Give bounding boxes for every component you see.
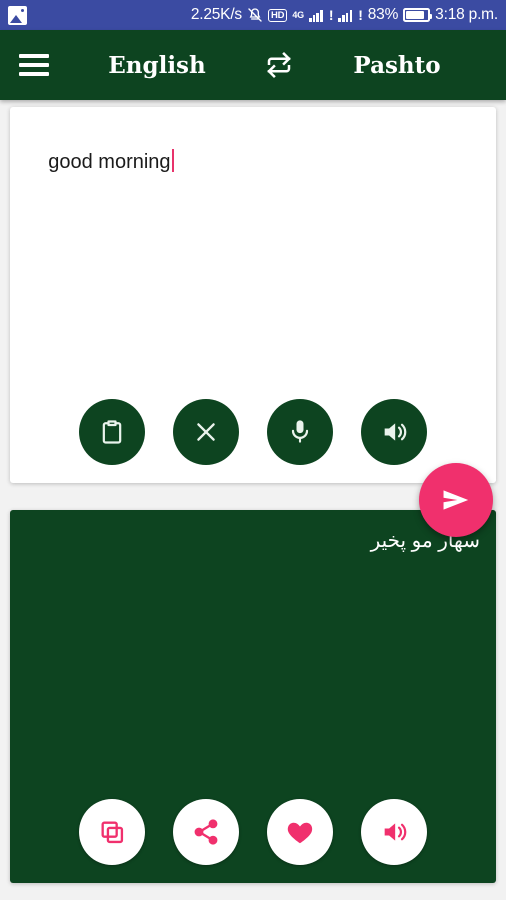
source-language-selector[interactable]: English (62, 52, 256, 79)
output-action-row (10, 799, 496, 865)
input-action-row (10, 399, 496, 465)
input-card: good morning (10, 107, 496, 483)
swap-languages-icon[interactable] (256, 42, 302, 88)
clock-label: 3:18 p.m. (435, 6, 498, 23)
status-bar-left (8, 5, 27, 25)
source-text-value: good morning (48, 151, 171, 173)
signal-bars-icon (308, 9, 323, 22)
bell-muted-icon (247, 7, 263, 23)
hd-badge: HD (267, 8, 288, 22)
share-button[interactable] (173, 799, 239, 865)
signal-bars-icon-2 (338, 9, 353, 22)
battery-icon (403, 8, 433, 22)
image-icon (8, 5, 27, 25)
speak-output-button[interactable] (361, 799, 427, 865)
app-bar: English Pashto (0, 30, 506, 100)
signal-alert-2: ! (358, 7, 363, 23)
hamburger-menu-icon[interactable] (6, 37, 62, 93)
copy-button[interactable] (79, 799, 145, 865)
battery-percent-label: 83% (367, 6, 399, 23)
source-text-input[interactable]: good morning (26, 123, 480, 201)
voice-input-button[interactable] (267, 399, 333, 465)
output-card: سهار مو پخیر (10, 510, 496, 883)
paste-button[interactable] (79, 399, 145, 465)
signal-alert-1: ! (328, 7, 334, 23)
target-language-selector[interactable]: Pashto (302, 52, 506, 79)
speak-input-button[interactable] (361, 399, 427, 465)
network-speed-label: 2.25K/s (190, 6, 242, 23)
network-type-label: 4G (292, 10, 304, 20)
favorite-button[interactable] (267, 799, 333, 865)
status-bar-right: 2.25K/s HD 4G ! ! 83% 3:18 p.m. (191, 6, 498, 24)
translated-text: سهار مو پخیر (370, 530, 480, 552)
send-button[interactable] (419, 463, 493, 537)
text-caret (171, 149, 174, 172)
status-bar: 2.25K/s HD 4G ! ! 83% 3:18 p.m. (0, 0, 506, 30)
clear-button[interactable] (173, 399, 239, 465)
